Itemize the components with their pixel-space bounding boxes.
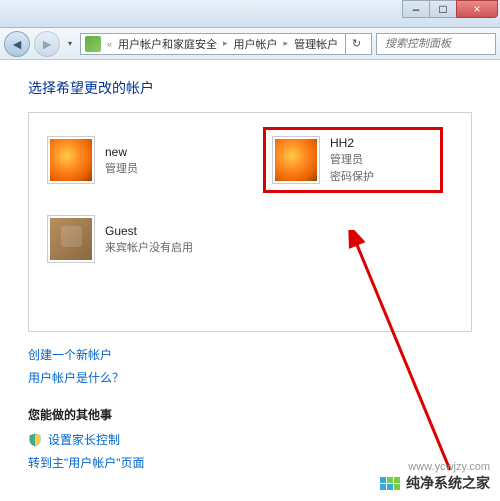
breadcrumb-sep: ▸ <box>284 38 289 49</box>
accounts-panel: new 管理员 HH2 管理员 密码保护 Guest 来宾帐户没有启用 <box>28 112 472 332</box>
breadcrumb-level1[interactable]: 用户帐户和家庭安全 <box>118 36 217 52</box>
forward-button[interactable]: ► <box>34 31 60 57</box>
watermark-url: www.ycwjzy.com <box>408 461 490 473</box>
parental-label: 设置家长控制 <box>48 431 120 448</box>
other-things-section: 您能做的其他事 设置家长控制 转到主"用户帐户"页面 <box>28 406 472 471</box>
flower-icon <box>275 139 317 181</box>
account-role: 管理员 <box>105 160 138 176</box>
maximize-button[interactable]: □ <box>429 0 457 18</box>
account-info: new 管理员 <box>105 145 138 176</box>
suitcase-icon <box>50 218 92 260</box>
address-bar[interactable]: « 用户帐户和家庭安全 ▸ 用户帐户 ▸ 管理帐户 ↻ <box>80 33 372 55</box>
avatar <box>47 215 95 263</box>
accounts-grid: new 管理员 HH2 管理员 密码保护 Guest 来宾帐户没有启用 <box>43 127 457 267</box>
account-name: new <box>105 145 138 159</box>
breadcrumb-level2[interactable]: 用户帐户 <box>234 36 278 52</box>
back-button[interactable]: ◄ <box>4 31 30 57</box>
goto-main-link[interactable]: 转到主"用户帐户"页面 <box>28 454 472 471</box>
toolbar: ◄ ► ▾ « 用户帐户和家庭安全 ▸ 用户帐户 ▸ 管理帐户 ↻ <box>0 28 500 60</box>
breadcrumb-sep: ▸ <box>223 38 228 49</box>
avatar <box>47 136 95 184</box>
parental-controls-link[interactable]: 设置家长控制 <box>28 431 472 448</box>
account-extra: 密码保护 <box>330 168 374 184</box>
create-account-link[interactable]: 创建一个新帐户 <box>28 346 472 363</box>
what-is-account-link[interactable]: 用户帐户是什么？ <box>28 369 472 386</box>
account-role: 来宾帐户没有启用 <box>105 239 193 255</box>
account-name: Guest <box>105 224 193 238</box>
close-button[interactable]: × <box>456 0 498 18</box>
account-name: HH2 <box>330 136 374 150</box>
search-box[interactable] <box>376 33 496 55</box>
window-controls: – □ × <box>403 0 498 18</box>
minimize-button[interactable]: – <box>402 0 430 18</box>
content-area: 选择希望更改的帐户 new 管理员 HH2 管理员 密码保护 <box>0 60 500 495</box>
page-heading: 选择希望更改的帐户 <box>28 78 472 98</box>
watermark: 纯净系统之家 <box>380 473 490 493</box>
account-card-hh2[interactable]: HH2 管理员 密码保护 <box>263 127 443 193</box>
account-info: Guest 来宾帐户没有启用 <box>105 224 193 255</box>
flower-icon <box>50 139 92 181</box>
history-dropdown[interactable]: ▾ <box>64 34 76 54</box>
refresh-button[interactable]: ↻ <box>345 33 367 55</box>
titlebar: – □ × <box>0 0 500 28</box>
links-section: 创建一个新帐户 用户帐户是什么？ <box>28 346 472 386</box>
watermark-logo-icon <box>380 477 400 490</box>
other-heading: 您能做的其他事 <box>28 406 472 423</box>
shield-icon <box>28 433 42 447</box>
avatar <box>272 136 320 184</box>
watermark-text: 纯净系统之家 <box>406 473 490 493</box>
account-role: 管理员 <box>330 151 374 167</box>
account-card-guest[interactable]: Guest 来宾帐户没有启用 <box>43 211 223 267</box>
address-icon <box>85 36 101 52</box>
account-info: HH2 管理员 密码保护 <box>330 136 374 184</box>
breadcrumb-level3[interactable]: 管理帐户 <box>294 36 338 52</box>
breadcrumb-sep: « <box>107 39 112 49</box>
search-input[interactable] <box>385 38 500 50</box>
account-card-new[interactable]: new 管理员 <box>43 127 223 193</box>
